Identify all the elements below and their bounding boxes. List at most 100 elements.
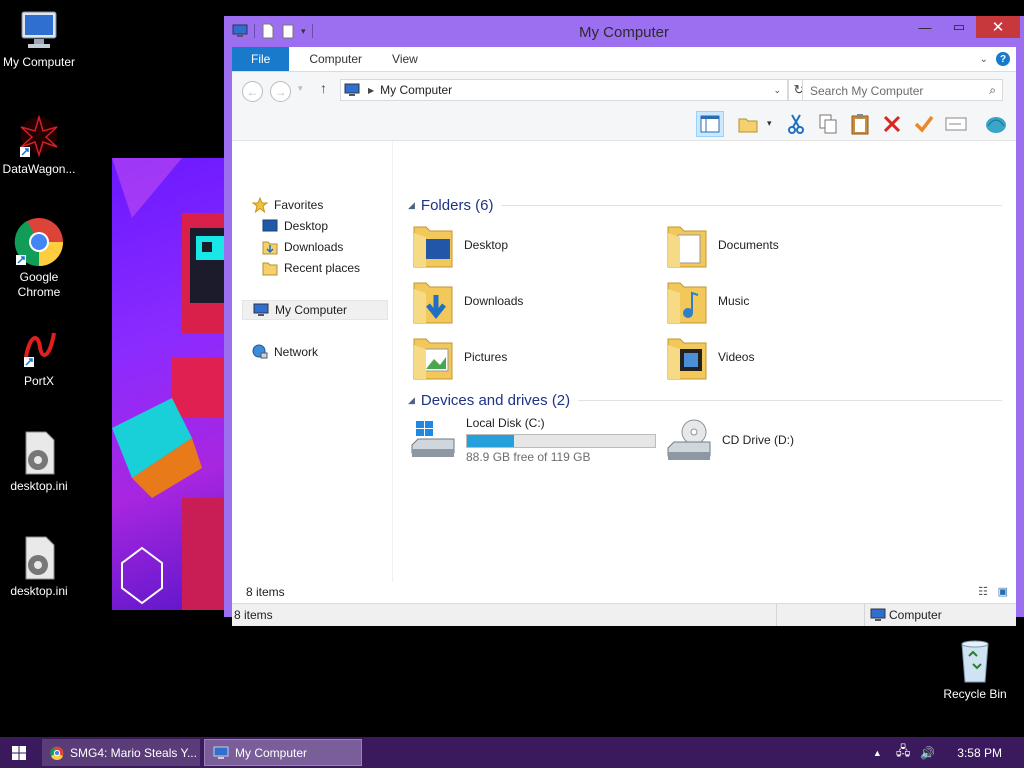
forward-button[interactable]: → [270,81,291,102]
drive-usage-bar [466,434,656,448]
drive-d[interactable]: CD Drive (D:) [666,414,794,466]
folders-group-header[interactable]: ◢ Folders (6) [408,197,1002,214]
folder-desktop[interactable]: Desktop [412,219,508,271]
status-location: Computer [889,608,942,622]
up-arrow-icon[interactable]: ↑ [320,80,327,96]
folder-downloads[interactable]: Downloads [412,275,523,327]
preview-pane-button[interactable] [696,111,724,137]
videos-folder-icon [667,338,707,380]
clipboard-icon [851,114,869,135]
delete-button[interactable] [878,111,906,137]
nav-favorites[interactable]: Favorites [252,195,323,215]
drive-name: Local Disk (C:) [466,416,545,430]
nav-recent-places[interactable]: Recent places [262,258,360,278]
address-text: My Computer [380,83,453,97]
address-bar[interactable]: ▶ My Computer ⌄ [340,79,788,101]
large-icons-view-icon[interactable]: ▣ [998,585,1008,598]
status-bar: 8 items ☷ ▣ [232,582,1016,604]
folder-pictures[interactable]: Pictures [412,331,507,383]
command-toolbar: ▾ [232,108,1016,141]
drive-label: CD Drive (D:) [722,433,794,447]
rename-button[interactable] [942,111,970,137]
new-folder-button[interactable] [734,111,762,137]
expand-ribbon-icon[interactable]: ⌄ [980,54,988,65]
item-count-bottom: 8 items [234,608,273,622]
nav-network[interactable]: Network [252,342,318,362]
folder-documents[interactable]: Documents [666,219,779,271]
paste-button[interactable] [846,111,874,137]
maximize-button[interactable]: ▭ [942,16,976,38]
drive-free-space: 88.9 GB free of 119 GB [466,450,591,464]
shell-icon [986,117,1006,133]
chevron-down-icon[interactable]: ▾ [767,118,772,129]
desktop-icon-desktop-ini-2[interactable]: desktop.ini [0,535,78,599]
taskbar-item-my-computer[interactable]: My Computer [204,739,362,766]
copy-icon [819,114,837,134]
divider [501,205,1002,206]
minimize-button[interactable]: — [908,16,942,38]
folder-label: Documents [718,238,779,252]
help-icon[interactable]: ? [996,52,1010,66]
nav-desktop[interactable]: Desktop [262,216,328,236]
tab-computer[interactable]: Computer [289,47,382,71]
nav-downloads[interactable]: Downloads [262,237,343,257]
desktop-folder-icon [413,226,453,268]
desktop-icon-label: My Computer [2,55,76,69]
wallpaper-image [112,158,232,610]
delete-icon [883,115,901,133]
search-input[interactable]: Search My Computer ⌕ [802,79,1003,101]
ribbon-right: ⌄ ? [980,47,1016,71]
check-button[interactable] [910,111,938,137]
desktop-icon-label: DataWagon... [2,162,76,176]
collapse-arrow-icon: ◢ [408,395,415,405]
desktop-icon-chrome[interactable]: Google Chrome [0,217,78,300]
desktop-icon-label: Google Chrome [17,270,61,299]
recycle-bin-icon [961,640,989,683]
title-bar[interactable]: ▾ My Computer — ▭ ✕ [224,16,1024,48]
copy-button[interactable] [814,111,842,137]
drive-c[interactable]: Local Disk (C:) 88.9 GB free of 119 GB [410,414,656,466]
desktop-icon-portx[interactable]: PortX [0,327,78,389]
tab-file[interactable]: File [232,47,290,71]
desktop-icon-datawagon[interactable]: DataWagon... [0,115,78,177]
breadcrumb-chevron-icon[interactable]: ▶ [368,86,374,95]
nav-label: Downloads [284,240,344,254]
clock[interactable]: 3:58 PM [957,746,1002,760]
window-client: File Computer View ⌄ ? ← → ▾ ↑ ▶ My Comp… [232,47,1016,626]
drives-group-header[interactable]: ◢ Devices and drives (2) [408,392,1002,409]
desktop-icon-my-computer[interactable]: My Computer [0,10,78,70]
folder-label: Videos [718,350,755,364]
taskbar-item-chrome[interactable]: SMG4: Mario Steals Y... [42,739,200,766]
desktop-icon [262,219,278,232]
network-button[interactable] [982,111,1010,137]
navigation-bar: ← → ▾ ↑ ▶ My Computer ⌄ ↻ Search My Comp… [232,72,1016,108]
show-hidden-icons-icon[interactable]: ▲ [873,748,882,758]
volume-icon[interactable]: 🔊 [920,746,935,760]
computer-icon [253,303,269,316]
navigation-pane: Favorites Desktop Downloads Recent place… [232,141,393,582]
details-view-icon[interactable]: ☷ [978,585,988,598]
desktop-icon-recycle-bin[interactable]: Recycle Bin [936,638,1014,702]
back-button[interactable]: ← [242,81,263,102]
nav-label: Favorites [274,198,324,212]
nav-my-computer[interactable]: My Computer [242,300,388,320]
window-title: My Computer [578,24,670,41]
folder-videos[interactable]: Videos [666,331,754,383]
downloads-folder-icon [413,282,453,324]
start-button[interactable] [12,746,26,763]
cut-button[interactable] [782,111,810,137]
divider [776,604,777,626]
close-button[interactable]: ✕ [976,16,1020,38]
settings-file-icon [25,431,55,475]
desktop-icon-desktop-ini-1[interactable]: desktop.ini [0,430,78,494]
tab-view[interactable]: View [382,47,428,71]
address-dropdown-icon[interactable]: ⌄ [773,85,781,96]
network-status-icon[interactable]: 🖧 [896,742,911,764]
folder-music[interactable]: Music [666,275,749,327]
recent-locations-icon[interactable]: ▾ [298,83,303,94]
computer-icon [870,608,886,621]
drive-usage-fill [467,435,514,447]
folder-label: Pictures [464,350,508,364]
search-icon: ⌕ [989,83,996,97]
search-placeholder: Search My Computer [810,84,924,98]
